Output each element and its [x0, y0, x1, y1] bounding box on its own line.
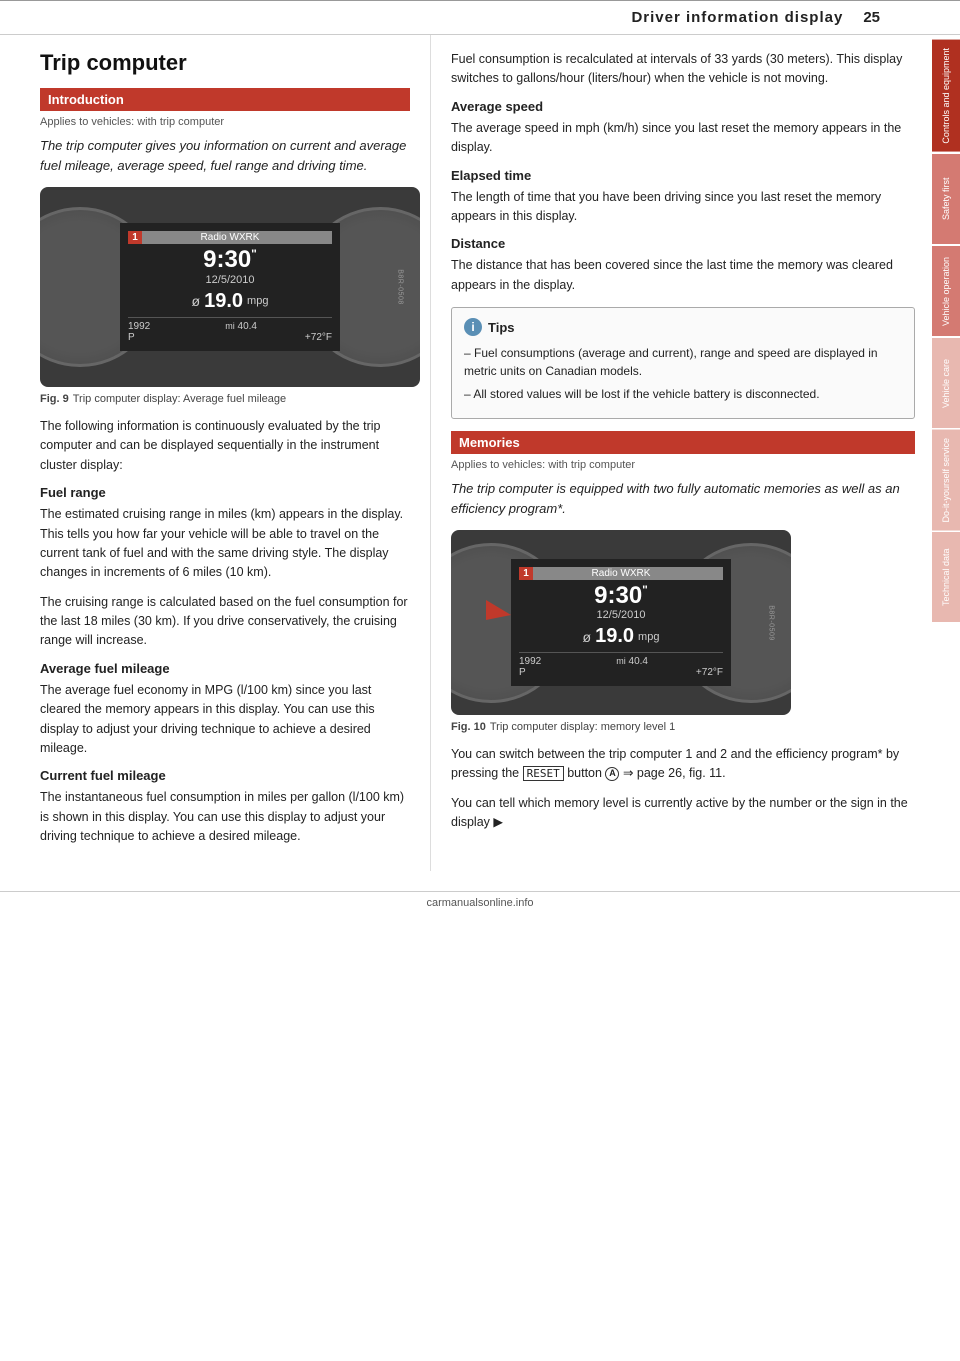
date-display2: 12/5/2010: [519, 609, 723, 621]
page-number: 25: [863, 9, 880, 26]
radio-label1: Radio WXRK: [128, 231, 332, 244]
info-icon: i: [464, 318, 482, 336]
mpg-row1: ø 19.0 mpg: [128, 290, 332, 313]
tips-box: i Tips Fuel consumptions (average and cu…: [451, 307, 915, 419]
right-column: Fuel consumption is recalculated at inte…: [430, 35, 930, 871]
elapsed-time-title: Elapsed time: [451, 168, 915, 183]
figure1-caption: Fig. 9 Trip computer display: Average fu…: [40, 393, 410, 405]
side-tab-vehicle-op[interactable]: Vehicle operation: [932, 246, 960, 336]
current-fuel-text: The instantaneous fuel consumption in mi…: [40, 788, 410, 846]
right-intro-text: Fuel consumption is recalculated at inte…: [451, 50, 915, 89]
memories-intro: The trip computer is equipped with two f…: [451, 479, 915, 518]
intro-italic-text: The trip computer gives you information …: [40, 136, 410, 175]
mpg-row2: ø 19.0 mpg: [519, 625, 723, 648]
side-tab-controls[interactable]: Controls and equipment: [932, 40, 960, 152]
fuel-range-text: The estimated cruising range in miles (k…: [40, 505, 410, 583]
channel-badge2: 1: [519, 567, 533, 580]
footer: carmanualsonline.info: [0, 891, 960, 914]
date-display1: 12/5/2010: [128, 274, 332, 286]
arrow-indicator: [481, 590, 521, 633]
page-title: Trip computer: [40, 50, 410, 76]
subsection-title-current-fuel: Current fuel mileage: [40, 768, 410, 783]
fuel-range-text2: The cruising range is calculated based o…: [40, 593, 410, 651]
side-tab-diy[interactable]: Do-it-yourself service: [932, 430, 960, 531]
distance-text: The distance that has been covered since…: [451, 256, 915, 295]
memories-applies-text: Applies to vehicles: with trip computer: [451, 459, 915, 471]
subsection-title-fuel-range: Fuel range: [40, 485, 410, 500]
time-display1: 9:30": [128, 247, 332, 273]
body-final: You can tell which memory level is curre…: [451, 794, 915, 833]
avg-fuel-text: The average fuel economy in MPG (l/100 k…: [40, 681, 410, 759]
side-tab-vehicle-care[interactable]: Vehicle care: [932, 338, 960, 428]
figure2-caption: Fig. 10 Trip computer display: memory le…: [451, 721, 915, 733]
tips-header: i Tips: [464, 318, 902, 336]
display-inner: 1 Radio WXRK 9:30" 12/5/2010 ø 19.0 mpg …: [40, 187, 420, 387]
avg-speed-title: Average speed: [451, 99, 915, 114]
figure2-display: 1 Radio WXRK 9:30" 12/5/2010 ø 19.0 mpg …: [451, 530, 791, 715]
watermark2: B8R-0509: [768, 605, 775, 641]
bottom-row2: 1992 mi 40.4: [519, 652, 723, 667]
reset-key: RESET: [523, 766, 564, 781]
header-title: Driver information display: [631, 9, 843, 26]
display-screen1: 1 Radio WXRK 9:30" 12/5/2010 ø 19.0 mpg …: [120, 223, 340, 350]
elapsed-time-text: The length of time that you have been dr…: [451, 188, 915, 227]
body-text1: The following information is continuousl…: [40, 417, 410, 475]
circle-a: A: [605, 767, 619, 781]
bottom-row1: 1992 mi 40.4: [128, 317, 332, 332]
distance-title: Distance: [451, 236, 915, 251]
intro-section-header: Introduction: [40, 88, 410, 111]
bottom-row2b: P +72°F: [519, 667, 723, 678]
channel-badge1: 1: [128, 231, 142, 244]
tip-item-2: All stored values will be lost if the ve…: [464, 385, 902, 403]
watermark1: B8R-0508: [397, 269, 404, 305]
figure1-display: 1 Radio WXRK 9:30" 12/5/2010 ø 19.0 mpg …: [40, 187, 420, 387]
side-tab-safety[interactable]: Safety first: [932, 154, 960, 244]
tip-item-1: Fuel consumptions (average and current),…: [464, 344, 902, 380]
time-display2: 9:30": [519, 583, 723, 609]
avg-speed-text: The average speed in mph (km/h) since yo…: [451, 119, 915, 158]
display-screen2: 1 Radio WXRK 9:30" 12/5/2010 ø 19.0 mpg …: [511, 559, 731, 686]
radio-label2: Radio WXRK: [519, 567, 723, 580]
tips-list: Fuel consumptions (average and current),…: [464, 344, 902, 403]
page-header: Driver information display 25: [0, 1, 960, 35]
side-tab-technical[interactable]: Technical data: [932, 532, 960, 622]
footer-url: carmanualsonline.info: [426, 897, 533, 909]
bottom-row1b: P +72°F: [128, 332, 332, 343]
body-after-fig: You can switch between the trip computer…: [451, 745, 915, 784]
display-inner2: 1 Radio WXRK 9:30" 12/5/2010 ø 19.0 mpg …: [451, 530, 791, 715]
subsection-title-avg-fuel: Average fuel mileage: [40, 661, 410, 676]
left-column: Trip computer Introduction Applies to ve…: [0, 35, 430, 871]
memories-section-header: Memories: [451, 431, 915, 454]
intro-applies-text: Applies to vehicles: with trip computer: [40, 116, 410, 128]
side-tabs: Controls and equipment Safety first Vehi…: [932, 40, 960, 622]
main-content: Trip computer Introduction Applies to ve…: [0, 35, 930, 871]
